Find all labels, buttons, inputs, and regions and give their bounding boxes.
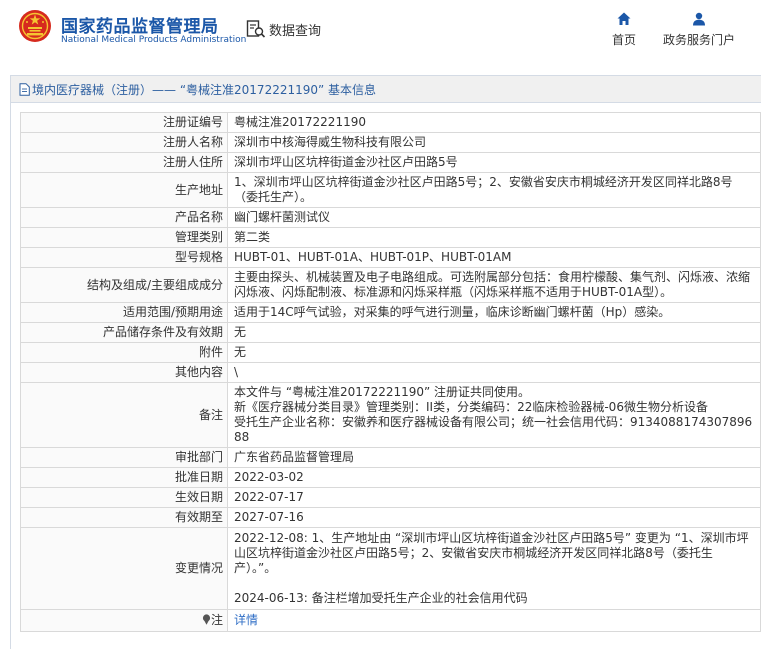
note-label: 注 [210,613,223,627]
table-row: 产品名称 幽门螺杆菌测试仪 [20,207,761,228]
attachment-value: 无 [227,342,761,363]
nav-home-label: 首页 [611,33,636,47]
table-row: 结构及组成/主要组成成分 主要由探头、机械装置及电子电路组成。可选附属部分包括：… [20,267,761,303]
site-name-en: National Medical Products Administration [61,35,247,45]
reg-no-value: 粤械注准20172221190 [227,112,761,133]
table-row: 生效日期 2022-07-17 [20,487,761,508]
data-query-link[interactable]: 数据查询 [246,16,321,42]
table-row: 产品储存条件及有效期 无 [20,322,761,343]
table-row: 备注 本文件与 “粤械注准20172221190” 注册证共同使用。 新《医疗器… [20,382,761,448]
registration-info-table: 注册证编号 粤械注准20172221190 注册人名称 深圳市中核海得威生物科技… [20,112,761,632]
table-row: 注册人住所 深圳市坪山区坑梓街道金沙社区卢田路5号 [20,152,761,173]
expiry-date-value: 2027-07-16 [227,507,761,528]
category-label: 管理类别 [20,227,228,248]
change-history-label: 变更情况 [20,527,228,610]
note-value: 详情 [227,609,761,632]
document-icon [19,82,30,96]
registrant-value: 深圳市中核海得威生物科技有限公司 [227,132,761,153]
production-address-value: 1、深圳市坪山区坑梓街道金沙社区卢田路5号；2、安徽省安庆市桐城经济开发区同祥北… [227,172,761,208]
change-history-value: 2022-12-08: 1、生产地址由 “深圳市坪山区坑梓街道金沙社区卢田路5号… [227,527,761,610]
change-entry: 2024-06-13: 备注栏增加受托生产企业的社会信用代码 [234,591,528,605]
scope-value: 适用于14C呼气试验，对采集的呼气进行测量，临床诊断幽门螺杆菌（Hp）感染。 [227,302,761,323]
structure-label: 结构及组成/主要组成成分 [20,267,228,303]
note-label-cell: 注 [20,609,228,632]
table-row: 管理类别 第二类 [20,227,761,248]
product-name-label: 产品名称 [20,207,228,228]
detail-panel: 境内医疗器械（注册）—— “粤械注准20172221190” 基本信息 注册证编… [10,75,761,649]
approval-dept-label: 审批部门 [20,447,228,468]
other-content-label: 其他内容 [20,362,228,383]
storage-value: 无 [227,322,761,343]
home-icon [617,12,631,25]
attachment-label: 附件 [20,342,228,363]
category-value: 第二类 [227,227,761,248]
details-link[interactable]: 详情 [234,613,258,627]
change-spacer [234,576,754,591]
change-entry: 2022-12-08: 1、生产地址由 “深圳市坪山区坑梓街道金沙社区卢田路5号… [234,531,749,575]
national-emblem-icon [19,10,51,42]
reg-no-label: 注册证编号 [20,112,228,133]
address-label: 注册人住所 [20,152,228,173]
detail-title-bar: 境内医疗器械（注册）—— “粤械注准20172221190” 基本信息 [11,76,761,103]
data-query-label: 数据查询 [269,23,322,39]
model-value: HUBT-01、HUBT-01A、HUBT-01P、HUBT-01AM [227,247,761,268]
expiry-date-label: 有效期至 [20,507,228,528]
data-query-icon [246,20,266,38]
approval-dept-value: 广东省药品监督管理局 [227,447,761,468]
address-value: 深圳市坪山区坑梓街道金沙社区卢田路5号 [227,152,761,173]
table-row: 有效期至 2027-07-16 [20,507,761,528]
table-row: 批准日期 2022-03-02 [20,467,761,488]
site-header: 国家药品监督管理局 National Medical Products Admi… [0,0,761,66]
table-row: 变更情况 2022-12-08: 1、生产地址由 “深圳市坪山区坑梓街道金沙社区… [20,527,761,610]
scope-label: 适用范围/预期用途 [20,302,228,323]
remark-label: 备注 [20,382,228,448]
storage-label: 产品储存条件及有效期 [20,322,228,343]
remark-line: 新《医疗器械分类目录》管理类别：II类，分类编码：22临床检验器械-06微生物分… [234,400,708,414]
remark-line: 受托生产企业名称：安徽养和医疗器械设备有限公司；统一社会信用代码：9134088… [234,415,753,444]
product-name-value: 幽门螺杆菌测试仪 [227,207,761,228]
structure-value: 主要由探头、机械装置及电子电路组成。可选附属部分包括：食用柠檬酸、集气剂、闪烁液… [227,267,761,303]
approval-date-value: 2022-03-02 [227,467,761,488]
table-row: 注册人名称 深圳市中核海得威生物科技有限公司 [20,132,761,153]
approval-date-label: 批准日期 [20,467,228,488]
pin-icon [202,614,211,625]
model-label: 型号规格 [20,247,228,268]
nav-service-portal-label: 政务服务门户 [662,33,735,47]
effective-date-label: 生效日期 [20,487,228,508]
user-icon [693,12,705,26]
table-row: 附件 无 [20,342,761,363]
nav-home[interactable]: 首页 [604,12,644,48]
table-row: 其他内容 \ [20,362,761,383]
registrant-label: 注册人名称 [20,132,228,153]
remark-line: 本文件与 “粤械注准20172221190” 注册证共同使用。 [234,385,531,399]
production-address-label: 生产地址 [20,172,228,208]
table-row: 注 详情 [20,609,761,632]
site-name-cn: 国家药品监督管理局 [61,17,219,37]
effective-date-value: 2022-07-17 [227,487,761,508]
table-row: 型号规格 HUBT-01、HUBT-01A、HUBT-01P、HUBT-01AM [20,247,761,268]
other-content-value: \ [227,362,761,383]
table-row: 审批部门 广东省药品监督管理局 [20,447,761,468]
nav-service-portal[interactable]: 政务服务门户 [656,12,742,48]
table-row: 生产地址 1、深圳市坪山区坑梓街道金沙社区卢田路5号；2、安徽省安庆市桐城经济开… [20,172,761,208]
remark-value: 本文件与 “粤械注准20172221190” 注册证共同使用。 新《医疗器械分类… [227,382,761,448]
detail-title: 境内医疗器械（注册）—— “粤械注准20172221190” 基本信息 [32,82,377,97]
table-row: 适用范围/预期用途 适用于14C呼气试验，对采集的呼气进行测量，临床诊断幽门螺杆… [20,302,761,323]
table-row: 注册证编号 粤械注准20172221190 [20,112,761,133]
